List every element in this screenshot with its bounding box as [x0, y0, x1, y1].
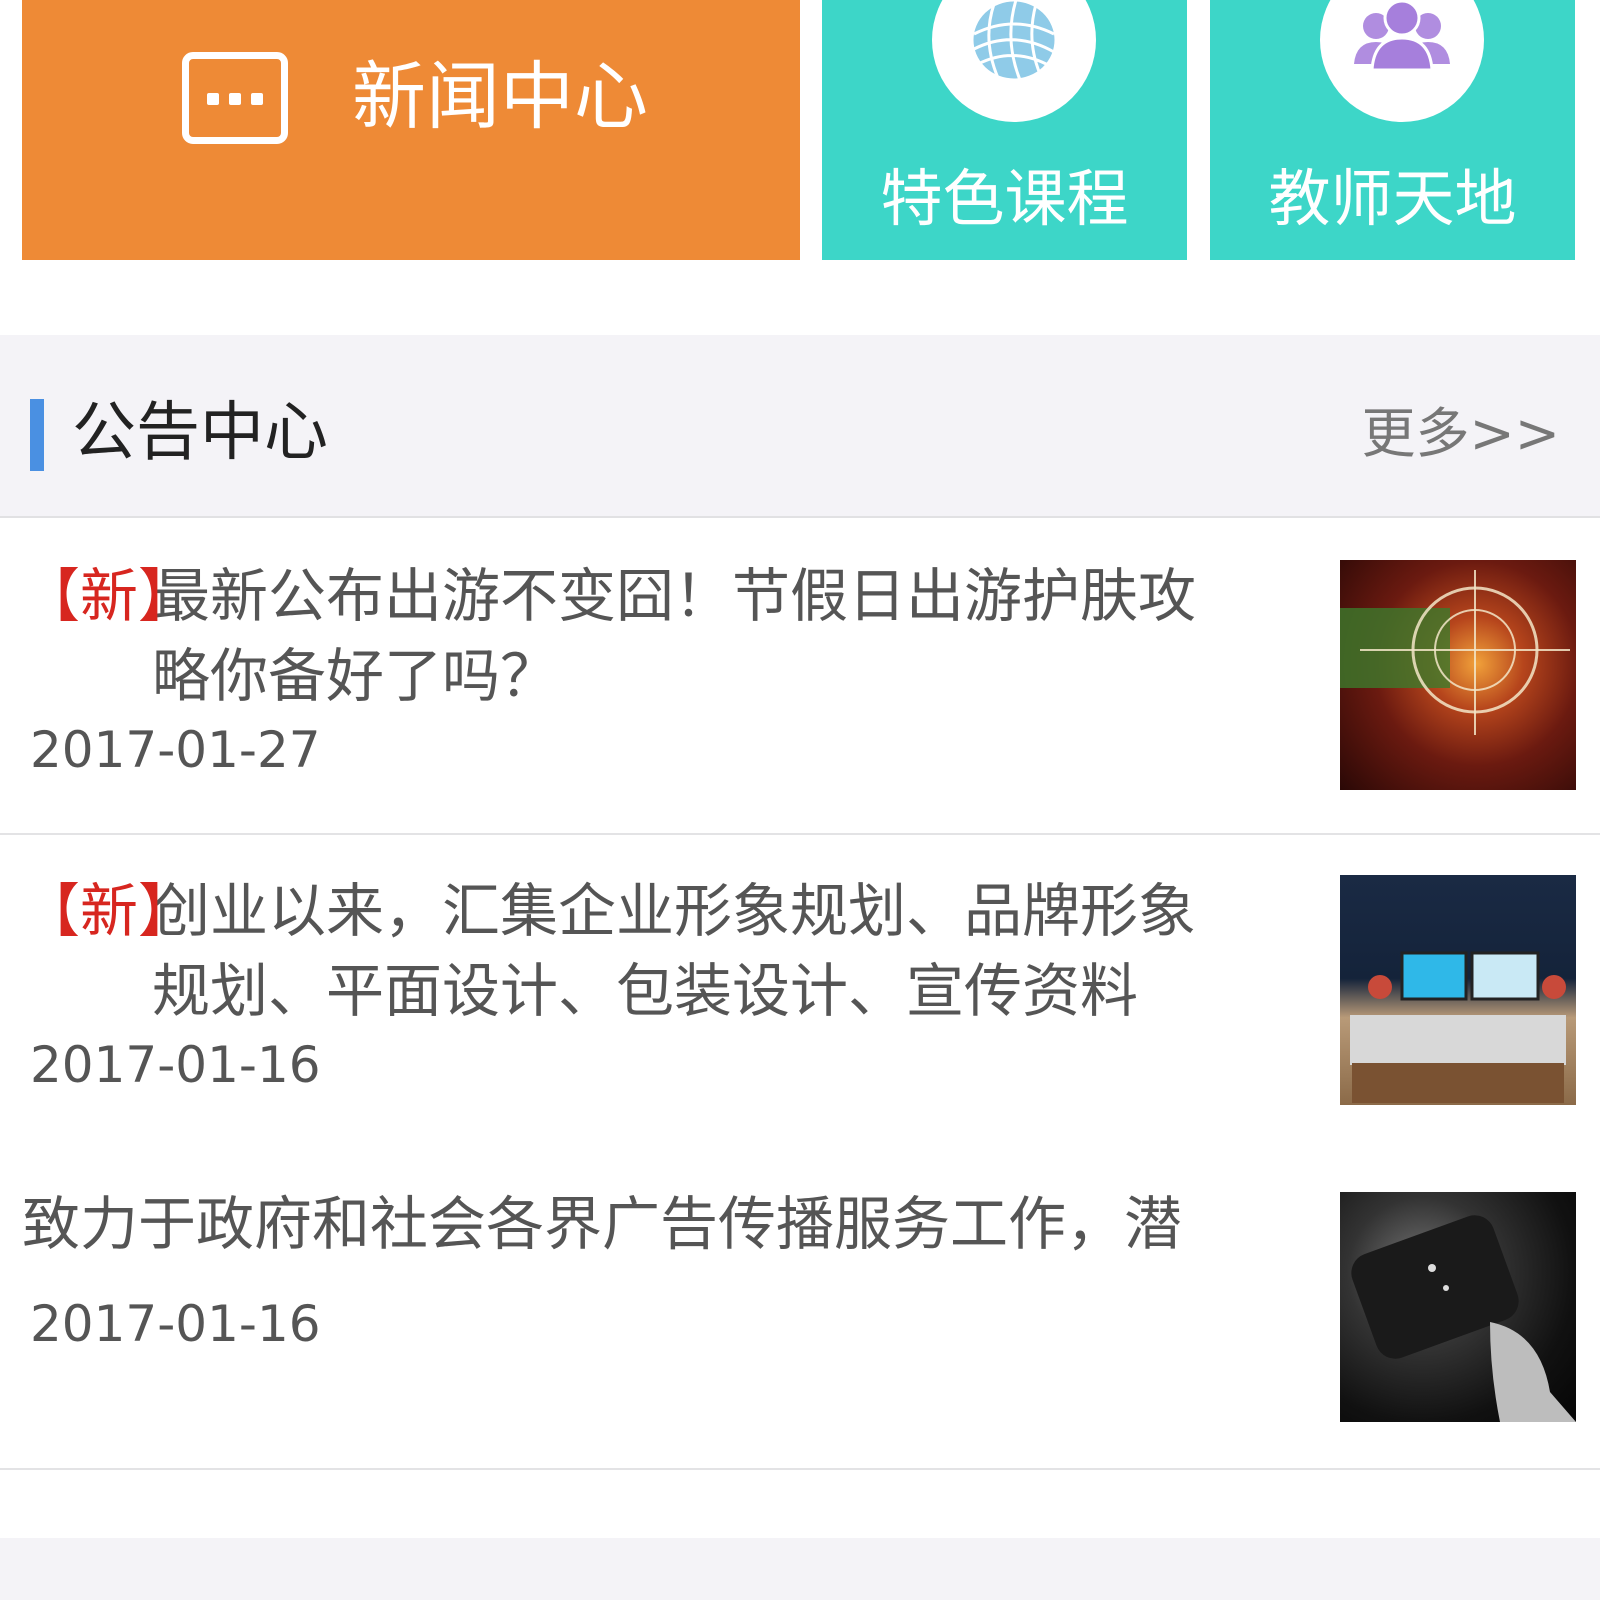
item-date: 2017-01-16 — [30, 1295, 321, 1353]
item-thumbnail[interactable] — [1340, 560, 1576, 790]
notice-list-item[interactable]: 【新】 创业以来，汇集企业形象规划、品牌形象规划、平面设计、包装设计、宣传资料 … — [0, 835, 1600, 1148]
item-thumbnail[interactable] — [1340, 875, 1576, 1105]
item-date: 2017-01-27 — [30, 721, 321, 779]
next-section-background — [0, 1538, 1600, 1600]
section-title: 公告中心 — [72, 396, 328, 470]
users-icon — [1320, 0, 1484, 122]
item-title[interactable]: 创业以来，汇集企业形象规划、品牌形象规划、平面设计、包装设计、宣传资料 — [152, 871, 1247, 1031]
news-center-tile[interactable]: 新闻中心 — [22, 0, 800, 260]
item-date: 2017-01-16 — [30, 1036, 321, 1094]
teacher-world-tile[interactable]: 教师天地 — [1210, 0, 1575, 260]
globe-icon — [932, 0, 1096, 122]
more-link[interactable]: 更多>> — [1362, 399, 1561, 469]
notice-list-item[interactable]: 致力于政府和社会各界广告传播服务工作，潜 2017-01-16 — [0, 1148, 1600, 1470]
section-accent-bar — [30, 399, 44, 471]
notice-center-header: 公告中心 更多>> — [0, 335, 1600, 518]
featured-courses-tile[interactable]: 特色课程 — [822, 0, 1187, 260]
featured-courses-label: 特色课程 — [880, 162, 1129, 235]
new-badge: 【新】 — [22, 877, 197, 945]
item-thumbnail[interactable] — [1340, 1192, 1576, 1422]
new-badge: 【新】 — [22, 562, 197, 630]
teacher-world-label: 教师天地 — [1268, 162, 1517, 235]
item-title[interactable]: 最新公布出游不变囧！节假日出游护肤攻略你备好了吗？ — [152, 556, 1247, 716]
chat-bubble-icon — [182, 52, 288, 144]
notice-list-item[interactable]: 【新】 最新公布出游不变囧！节假日出游护肤攻略你备好了吗？ 2017-01-27 — [0, 520, 1600, 835]
item-title[interactable]: 致力于政府和社会各界广告传播服务工作，潜 — [22, 1184, 1247, 1264]
news-center-label: 新闻中心 — [352, 54, 648, 140]
